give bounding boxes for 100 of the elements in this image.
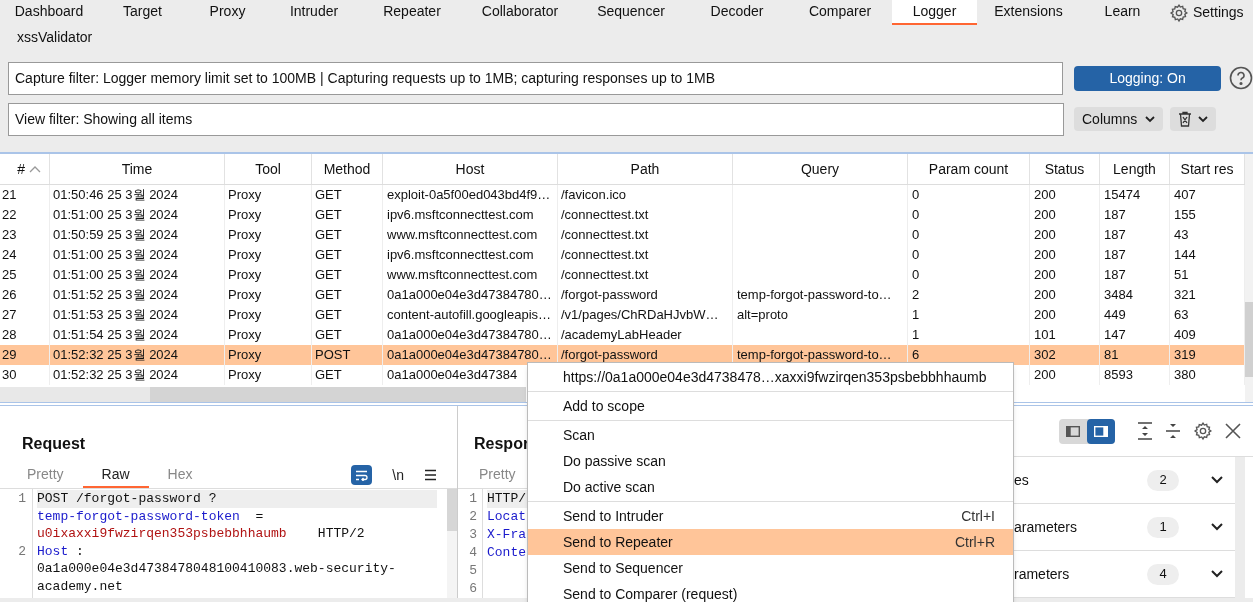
tab[interactable]: Extensions <box>977 0 1080 25</box>
column-header[interactable]: Query <box>733 154 908 184</box>
table-cell-text: 0a1a000e04e3d47384780… <box>387 346 552 365</box>
table-cell-text: ipv6.msftconnecttest.com <box>387 246 534 265</box>
column-header[interactable]: Host <box>383 154 558 184</box>
tab[interactable]: Comparer <box>788 0 892 25</box>
table-row[interactable]: 24 01:51:00 25 3월 2024 Proxy GET ipv6.msftconnecttest.com /connecttest.txt 0 200 187 144 <box>0 245 1245 265</box>
table-cell-text: www.msftconnecttest.com <box>387 266 538 285</box>
vertical-scrollbar[interactable] <box>447 489 457 598</box>
logging-toggle-button[interactable]: Logging: On <box>1074 65 1221 91</box>
tab[interactable]: Decoder <box>686 0 788 25</box>
vertical-scrollbar[interactable] <box>1235 457 1245 598</box>
layout-toggle-button[interactable] <box>1087 418 1115 444</box>
code-text: HTTP/ <box>487 491 526 506</box>
menu-item[interactable]: Send to Intruder Ctrl+I <box>528 503 1013 529</box>
tab[interactable]: Logger <box>892 0 977 25</box>
columns-button[interactable]: Columns <box>1074 107 1164 131</box>
table-cell-text: 0 <box>912 246 920 265</box>
tab[interactable]: Learn <box>1080 0 1165 25</box>
table-cell-text: 407 <box>1174 186 1196 205</box>
table-cell-text: 63 <box>1174 306 1189 325</box>
table-row[interactable]: 25 01:51:00 25 3월 2024 Proxy GET www.msftconnecttest.com /connecttest.txt 0 200 187 51 <box>0 265 1245 285</box>
horizontal-scrollbar[interactable] <box>0 387 526 402</box>
settings-button[interactable]: Settings <box>1165 0 1244 25</box>
clear-log-button[interactable] <box>1170 107 1217 131</box>
code-text: u0ixaxxi9fwzirqen353psbebbhhaumb <box>37 526 287 541</box>
table-cell-text: 01:52:32 25 3월 2024 <box>53 346 179 365</box>
panel-title: Request <box>21 434 87 454</box>
table-row[interactable]: 27 01:51:53 25 3월 2024 Proxy GET content-autofill.googleapis… /v1/pages/ChRDaHJvbW… alt=proto 1 200 449 63 <box>0 305 1245 325</box>
tab[interactable]: Intruder <box>268 0 360 25</box>
tab[interactable]: Collaborator <box>464 0 576 25</box>
table-cell-text: 187 <box>1104 246 1126 265</box>
newline-toggle-button[interactable]: \n <box>392 464 404 486</box>
table-cell-text: GET <box>315 186 342 205</box>
chevron-down-icon[interactable] <box>1211 570 1223 578</box>
table-cell-text: Proxy <box>228 346 262 365</box>
table-row[interactable]: 29 01:52:32 25 3월 2024 Proxy POST 0a1a000e04e3d47384780… /forgot-password temp-forgot-password-to… 6 302 81 319 <box>0 345 1245 365</box>
menu-icon[interactable] <box>424 469 437 481</box>
tab[interactable]: Sequencer <box>576 0 686 25</box>
code-text: X-Fra <box>487 527 526 542</box>
menu-item[interactable]: Send to Sequencer <box>528 555 1013 581</box>
capture-filter-field[interactable]: Capture filter: Logger memory limit set to 100MB | Capturing requests up to 1MB; capturing responses up to 1MB <box>8 61 1064 95</box>
table-row[interactable]: 28 01:51:54 25 3월 2024 Proxy GET 0a1a000e04e3d47384780… /academyLabHeader 1 101 147 409 <box>0 325 1245 345</box>
column-header[interactable]: Length <box>1100 154 1170 184</box>
menu-item[interactable]: Send to Repeater Ctrl+R <box>528 529 1013 555</box>
table-cell-text: /favicon.ico <box>561 186 627 205</box>
settings-icon <box>1169 2 1189 23</box>
menu-item[interactable]: Do active scan <box>528 474 1013 500</box>
chevron-down-icon[interactable] <box>1211 476 1223 484</box>
chevron-down-icon[interactable] <box>1211 523 1223 531</box>
tab[interactable]: Hex <box>148 462 212 488</box>
word-wrap-button[interactable] <box>351 465 373 485</box>
vertical-scrollbar[interactable] <box>1245 154 1253 402</box>
line-number: 5 <box>469 563 477 578</box>
column-header[interactable]: Path <box>558 154 733 184</box>
column-header[interactable]: # <box>0 154 50 184</box>
table-cell-text: 0a1a000e04e3d47384780… <box>387 286 552 305</box>
tab[interactable]: xssValidator <box>0 25 110 52</box>
tab[interactable]: Pretty <box>461 462 520 488</box>
table-row[interactable]: 26 01:51:52 25 3월 2024 Proxy GET 0a1a000e04e3d47384780… /forgot-password temp-forgot-password-to… 2 200 3484 321 <box>0 285 1245 305</box>
tab[interactable]: Pretty <box>8 462 83 488</box>
tab[interactable]: Repeater <box>360 0 464 25</box>
tab[interactable]: Proxy <box>187 0 268 25</box>
code-text: HTTP/2 <box>316 526 365 541</box>
column-header[interactable]: Time <box>50 154 225 184</box>
tab[interactable]: Target <box>98 0 187 25</box>
table-cell-text: 25 <box>2 266 17 285</box>
view-filter-field[interactable]: View filter: Showing all items <box>8 102 1064 136</box>
left-panel-icon <box>1066 425 1080 437</box>
table-row[interactable]: 23 01:50:59 25 3월 2024 Proxy GET www.msftconnecttest.com /connecttest.txt 0 200 187 43 <box>0 225 1245 245</box>
column-header[interactable]: Method <box>312 154 383 184</box>
tab[interactable]: Dashboard <box>0 0 98 25</box>
table-cell-text: GET <box>315 306 342 325</box>
table-row[interactable]: 21 01:50:46 25 3월 2024 Proxy GET exploit-0a5f00ed043bd4f9… /favicon.ico 0 200 15474 407 <box>0 185 1245 205</box>
table-cell-text: 144 <box>1174 246 1196 265</box>
collapse-all-icon[interactable] <box>1165 422 1181 440</box>
close-icon[interactable] <box>1225 423 1241 439</box>
tab[interactable]: Raw <box>82 462 149 488</box>
column-header[interactable]: Tool <box>225 154 312 184</box>
table-cell-text: GET <box>315 326 342 345</box>
column-header[interactable]: Status <box>1030 154 1100 184</box>
menu-item[interactable]: Do passive scan <box>528 448 1013 474</box>
expand-all-icon[interactable] <box>1137 422 1153 440</box>
column-header[interactable]: Param count <box>908 154 1030 184</box>
table-cell-text: GET <box>315 286 342 305</box>
table-row[interactable]: 22 01:51:00 25 3월 2024 Proxy GET ipv6.msftconnecttest.com /connecttest.txt 0 200 187 155 <box>0 205 1245 225</box>
table-cell-text: 01:51:52 25 3월 2024 <box>53 286 179 305</box>
menu-item[interactable]: Scan <box>528 422 1013 448</box>
table-cell-text: 1 <box>912 306 920 325</box>
table-cell-text: Proxy <box>228 266 262 285</box>
menu-item[interactable]: https://0a1a000e04e3d4738478…xaxxi9fwzirqen353psbebbhhaumb <box>528 364 1013 390</box>
menu-item[interactable]: Send to Comparer (request) <box>528 581 1013 602</box>
table-cell-text: 30 <box>2 366 17 385</box>
table-cell-text: 0 <box>912 226 920 245</box>
line-number: 4 <box>469 545 477 560</box>
table-cell-text: /connecttest.txt <box>561 246 649 265</box>
settings-icon[interactable] <box>1193 421 1213 441</box>
menu-item[interactable]: Add to scope <box>528 393 1013 419</box>
help-icon[interactable] <box>1229 66 1253 90</box>
count-badge: 4 <box>1147 563 1179 585</box>
